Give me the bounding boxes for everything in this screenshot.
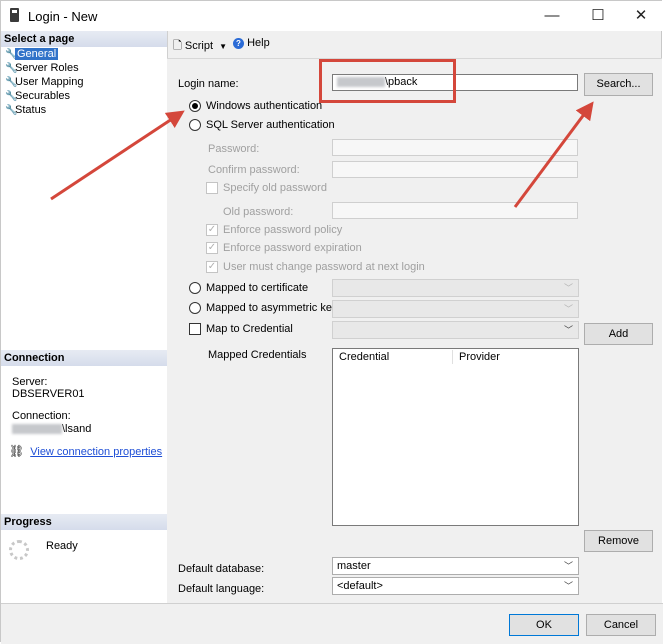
annotation-arrows <box>50 101 594 208</box>
annotation-arrow-to-search <box>513 101 594 208</box>
login-new-dialog: Login - New — ☐ ✕ Select a page 🔧General… <box>0 0 663 644</box>
annotation-arrow-to-windows-auth <box>50 110 185 201</box>
